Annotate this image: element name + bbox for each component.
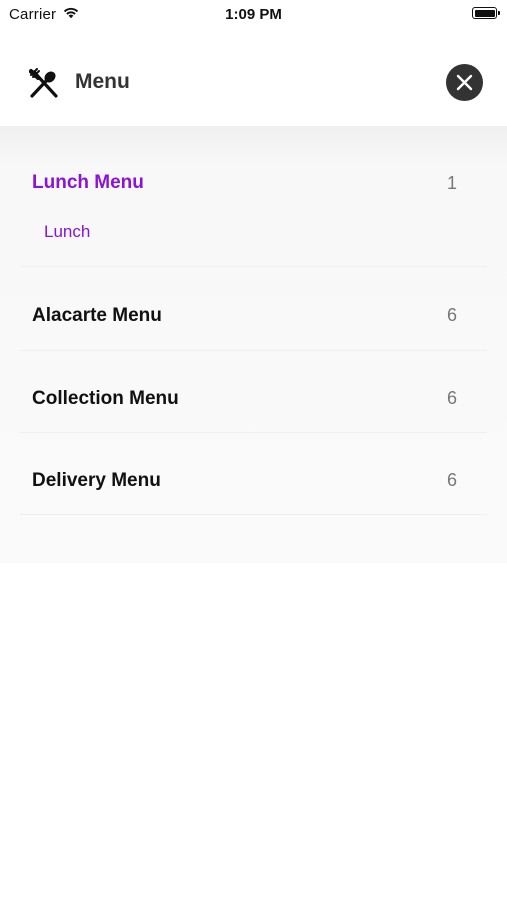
- menu-header: Menu: [0, 36, 507, 126]
- menu-item-title: Alacarte Menu: [32, 305, 162, 326]
- menu-item-lunch[interactable]: Lunch Menu 1 Lunch: [20, 126, 487, 267]
- close-icon: [456, 74, 473, 91]
- battery-icon: [472, 7, 500, 19]
- menu-item-collection[interactable]: Collection Menu 6: [20, 351, 487, 433]
- status-time: 1:09 PM: [225, 6, 282, 23]
- menu-list: Lunch Menu 1 Lunch Alacarte Menu 6 Colle…: [0, 126, 507, 563]
- utensils-icon: [29, 68, 58, 98]
- close-button[interactable]: [446, 64, 483, 101]
- page-title: Menu: [75, 70, 130, 93]
- menu-item-title: Collection Menu: [32, 388, 179, 409]
- menu-item-title: Lunch Menu: [32, 172, 144, 193]
- menu-item-delivery[interactable]: Delivery Menu 6: [20, 433, 487, 515]
- menu-item-count: 6: [447, 305, 458, 325]
- menu-item-count: 1: [447, 173, 458, 193]
- status-bar: Carrier 1:09 PM: [0, 0, 507, 30]
- menu-item-alacarte[interactable]: Alacarte Menu 6: [20, 267, 487, 351]
- menu-item-count: 6: [447, 470, 458, 490]
- submenu-item-lunch[interactable]: Lunch: [44, 222, 90, 242]
- menu-item-count: 6: [447, 388, 458, 408]
- menu-item-title: Delivery Menu: [32, 470, 161, 491]
